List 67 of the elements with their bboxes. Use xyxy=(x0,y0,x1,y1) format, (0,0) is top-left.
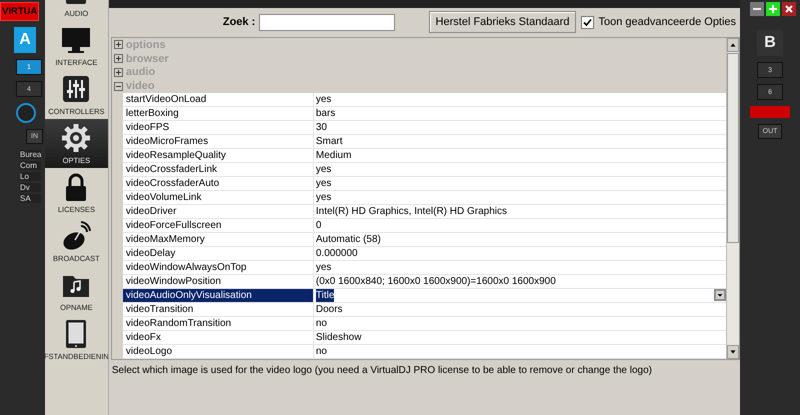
setting-value[interactable]: Doors xyxy=(316,303,343,316)
setting-value[interactable]: bars xyxy=(316,107,336,120)
setting-name[interactable]: videoCrossfaderAuto xyxy=(122,177,314,190)
setting-value[interactable]: (0x0 1600x840; 1600x0 1600x900)=1600x0 1600x900 xyxy=(316,275,556,288)
folder-item[interactable]: Dv xyxy=(20,183,42,192)
knob-icon xyxy=(16,103,36,123)
setting-name[interactable]: videoResampleQuality xyxy=(122,149,314,162)
maximize-icon xyxy=(766,2,780,16)
setting-value[interactable]: yes xyxy=(316,163,332,176)
setting-value[interactable]: Automatic (58) xyxy=(316,233,381,246)
expand-icon[interactable] xyxy=(114,54,123,64)
setting-value[interactable]: 0 xyxy=(316,219,322,232)
setting-value[interactable]: yes xyxy=(316,261,332,274)
minimize-icon xyxy=(750,2,764,16)
setting-value[interactable]: no xyxy=(316,317,327,330)
folder-item[interactable]: Com xyxy=(20,161,42,170)
setting-name[interactable]: videoAudioOnlyVisualisation xyxy=(122,289,314,302)
setting-name[interactable]: videoMaxMemory xyxy=(122,233,314,246)
collapse-icon[interactable] xyxy=(114,82,123,91)
folder-item[interactable]: Lo xyxy=(20,172,42,181)
scrollbar[interactable] xyxy=(726,38,740,359)
setting-value[interactable]: yes xyxy=(316,177,332,190)
setting-value[interactable]: Medium xyxy=(316,149,352,162)
setting-name[interactable]: videoForceFullscreen xyxy=(122,219,314,232)
expand-icon[interactable] xyxy=(114,40,123,50)
setting-value[interactable]: Slideshow xyxy=(316,331,362,344)
setting-value[interactable]: 30 xyxy=(316,121,327,134)
setting-value[interactable]: Smart xyxy=(316,135,343,148)
setting-value[interactable]: yes xyxy=(316,93,332,106)
setting-name[interactable]: startVideoOnLoad xyxy=(122,93,314,106)
setting-value[interactable]: no xyxy=(316,345,327,358)
setting-value[interactable]: 0.000000 xyxy=(316,247,358,260)
setting-name[interactable]: videoLogo xyxy=(122,345,314,358)
checkmark-icon xyxy=(583,18,592,26)
setting-description: Select which image is used for the video logo (you need a VirtualDJ PRO license to be able to remove or change the logo) xyxy=(110,364,653,378)
setting-name[interactable]: videoVolumeLink xyxy=(122,191,314,204)
close-icon xyxy=(782,2,796,16)
setting-value[interactable]: Title xyxy=(316,289,334,302)
setting-name[interactable]: videoFx xyxy=(122,331,314,344)
setting-name[interactable]: videoRandomTransition xyxy=(122,317,314,330)
search-label: Zoek : xyxy=(222,16,256,28)
setting-name[interactable]: videoWindowPosition xyxy=(122,275,314,288)
setting-value[interactable]: Intel(R) HD Graphics, Intel(R) HD Graphics xyxy=(316,205,508,218)
setting-name[interactable]: videoDelay xyxy=(122,247,314,260)
reset-defaults-button[interactable]: Herstel Fabrieks Standaard xyxy=(428,11,576,33)
dropdown-arrow-icon xyxy=(714,289,726,301)
setting-name[interactable]: letterBoxing xyxy=(122,107,314,120)
expand-icon[interactable] xyxy=(114,68,123,77)
folder-item[interactable]: Burea xyxy=(20,150,42,159)
search-field[interactable] xyxy=(259,14,396,30)
deck-label: A xyxy=(14,27,36,53)
satellite-dish-icon xyxy=(61,221,92,251)
setting-name[interactable]: videoDriver xyxy=(122,205,314,218)
setting-name[interactable]: videoTransition xyxy=(122,303,314,316)
sliders-icon xyxy=(61,74,92,104)
app-logo: VIRTUA xyxy=(0,2,40,21)
setting-name[interactable]: videoMicroFrames xyxy=(122,135,314,148)
setting-value[interactable]: yes xyxy=(316,191,332,204)
deck-label: B xyxy=(757,30,784,56)
settings-icon xyxy=(61,123,92,153)
checkbox-label: Toon geadvanceerde Opties xyxy=(598,16,736,28)
monitor-icon xyxy=(61,25,92,55)
setting-name[interactable]: videoFPS xyxy=(122,121,314,134)
setting-name[interactable]: videoCrossfaderLink xyxy=(122,163,314,176)
checkbox[interactable] xyxy=(581,16,594,28)
folder-item[interactable]: SA xyxy=(20,194,42,203)
setting-name[interactable]: videoWindowAlwaysOnTop xyxy=(122,261,314,274)
